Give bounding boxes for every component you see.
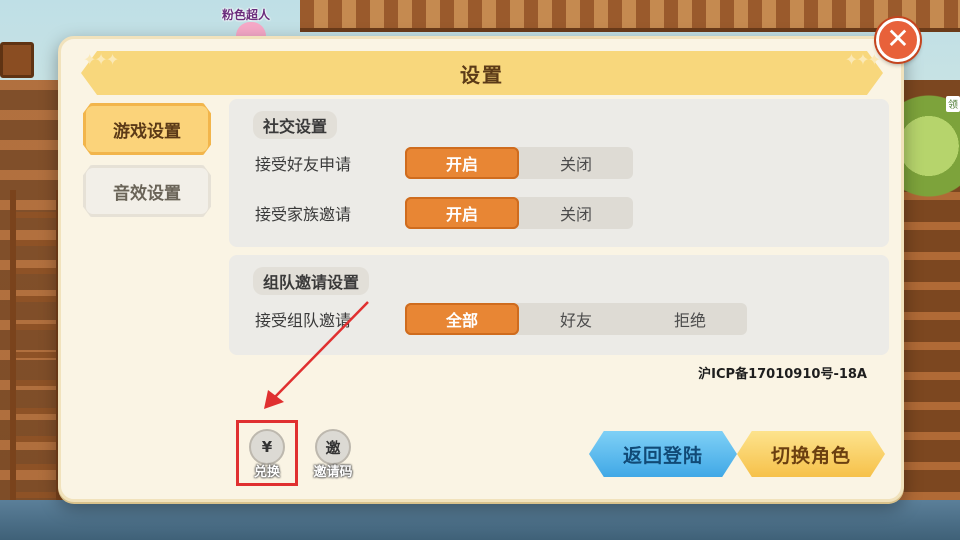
section-title: 社交设置 (253, 111, 338, 139)
clan-invite-toggle: 开启 关闭 (405, 197, 633, 229)
social-settings-panel: 社交设置 接受好友申请 开启 关闭 接受家族邀请 开启 关闭 (229, 99, 889, 247)
tab-label: 游戏设置 (113, 121, 181, 142)
option-reject[interactable]: 拒绝 (633, 303, 747, 335)
player-name: 粉色超人 (222, 8, 271, 22)
ground (0, 500, 960, 540)
button-label: 切换角色 (770, 444, 851, 467)
star-deco-icon: ✦✦✦ (844, 50, 881, 69)
signpost-icon (0, 42, 34, 78)
side-badge: 领 (946, 96, 960, 112)
clan-invite-row: 接受家族邀请 开启 关闭 (255, 197, 633, 229)
friend-request-row: 接受好友申请 开启 关闭 (255, 147, 633, 179)
option-on[interactable]: 开启 (405, 197, 519, 229)
tab-label: 音效设置 (113, 183, 181, 204)
invite-glyph: 邀 (325, 438, 341, 457)
highlight-box (236, 420, 298, 486)
ladder (10, 190, 62, 540)
team-invite-panel: 组队邀请设置 接受组队邀请 全部 好友 拒绝 (229, 255, 889, 355)
button-label: 返回登陆 (622, 444, 703, 467)
option-on[interactable]: 开启 (405, 147, 519, 179)
settings-modal: 设置 ✦✦✦ ✦✦✦ 游戏设置 音效设置 社交设置 接受好友申请 开启 关闭 接… (58, 36, 904, 502)
team-invite-selector: 全部 好友 拒绝 (405, 303, 747, 335)
wooden-bridge (300, 0, 960, 32)
star-deco-icon: ✦✦✦ (83, 50, 119, 69)
icp-license: 沪ICP备17010910号-18A (698, 367, 867, 382)
row-label: 接受家族邀请 (255, 205, 352, 224)
title-bar: 设置 (81, 51, 883, 95)
option-off[interactable]: 关闭 (519, 147, 633, 179)
close-button[interactable]: ✕ (876, 18, 920, 62)
back-to-login-button[interactable]: 返回登陆 (589, 431, 737, 477)
row-label: 接受组队邀请 (255, 311, 352, 330)
invite-code-button[interactable]: 邀 邀请码 (307, 429, 359, 487)
invite-label: 邀请码 (313, 465, 353, 480)
option-friends[interactable]: 好友 (519, 303, 633, 335)
section-title: 组队邀请设置 (253, 267, 370, 295)
close-icon: ✕ (886, 22, 910, 55)
tab-game-settings[interactable]: 游戏设置 (83, 103, 211, 155)
row-label: 接受好友申请 (255, 155, 352, 174)
option-all[interactable]: 全部 (405, 303, 519, 335)
invite-icon: 邀 (315, 429, 351, 465)
tab-sound-settings[interactable]: 音效设置 (83, 165, 211, 217)
switch-role-button[interactable]: 切换角色 (737, 431, 885, 477)
team-invite-row: 接受组队邀请 全部 好友 拒绝 (255, 303, 747, 335)
modal-title: 设置 (460, 62, 504, 87)
friend-request-toggle: 开启 关闭 (405, 147, 633, 179)
option-off[interactable]: 关闭 (519, 197, 633, 229)
